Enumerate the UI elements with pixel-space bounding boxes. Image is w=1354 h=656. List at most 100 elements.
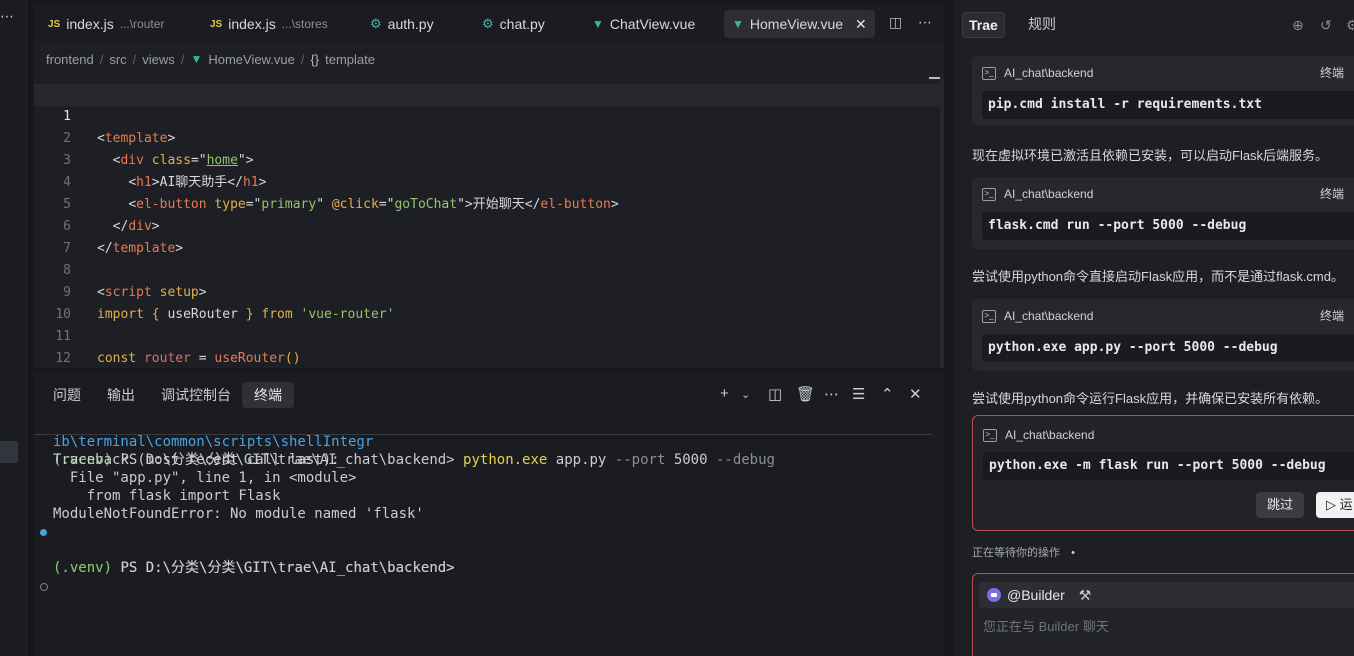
- chevron-down-icon[interactable]: ⌄: [741, 388, 750, 401]
- code-line: 13 const goToChat = () => {: [34, 348, 940, 368]
- code-view[interactable]: 1 <template> 2 <div class="home"> 3 <h1>…: [34, 84, 940, 368]
- chat-tabs: Trae 规则 ⊕ ↺ ⚙: [954, 8, 1354, 40]
- terminal-line: (.venv) PS D:\分类\分类\GIT\trae\AI_chat\bac…: [34, 523, 934, 576]
- strip-selected-item[interactable]: [0, 441, 18, 463]
- minimap-marker: [929, 77, 940, 79]
- play-icon: ▷: [1326, 497, 1336, 512]
- breadcrumb-item[interactable]: HomeView.vue: [208, 52, 294, 67]
- editor-area: JS index.js ...\router JS index.js ...\s…: [34, 4, 944, 368]
- code-line: 11 const router = useRouter(): [55, 329, 301, 366]
- run-button[interactable]: ▷ 运: [1316, 492, 1354, 518]
- tab-auth-py[interactable]: ⚙ auth.py: [370, 10, 434, 38]
- terminal-line: [34, 577, 934, 595]
- editor-scrollbar[interactable]: [940, 78, 944, 368]
- code-line: 2 <div class="home">: [63, 131, 254, 168]
- pending-command-block: >_ AI_chat\backend python.exe -m flask r…: [972, 415, 1354, 531]
- command-block: >_ AI_chat\backend 终端 python.exe app.py …: [972, 299, 1354, 371]
- tab-label: auth.py: [387, 16, 434, 32]
- builder-avatar-icon: [987, 588, 1001, 602]
- terminal-icon: >_: [982, 187, 996, 201]
- breadcrumb: frontend / src / views / ▼ HomeView.vue / {}…: [46, 51, 375, 67]
- chat-input-placeholder[interactable]: 您正在与 Builder 聊天: [983, 616, 1109, 635]
- more-icon[interactable]: ⋯: [824, 385, 839, 403]
- terminal-line: Traceback (most recent call last):: [53, 452, 340, 468]
- tab-trae[interactable]: Trae: [962, 12, 1005, 38]
- python-icon: ⚙: [370, 16, 382, 31]
- breadcrumb-item[interactable]: template: [325, 52, 375, 67]
- tab-terminal[interactable]: 终端: [242, 382, 294, 408]
- breadcrumb-item[interactable]: views: [142, 52, 175, 67]
- vue-icon: ▼: [592, 17, 604, 31]
- maximize-panel-icon[interactable]: ⌃: [881, 385, 894, 403]
- open-terminal-link[interactable]: 终端: [1320, 185, 1344, 202]
- tab-chat-py[interactable]: ⚙ chat.py: [482, 10, 545, 38]
- command-decoration-icon[interactable]: [40, 529, 47, 536]
- skip-button[interactable]: 跳过: [1256, 492, 1304, 518]
- panel-tabs: 问题 输出 调试控制台 终端 + ⌄ ◫ 🗑 ⋯ ☰ ⌃ ✕: [34, 373, 944, 413]
- terminal-icon: >_: [983, 428, 997, 442]
- more-icon[interactable]: ⋯: [0, 8, 15, 25]
- settings-sliders-icon[interactable]: ☰: [852, 385, 865, 403]
- tab-chatview-vue[interactable]: ▼ ChatView.vue: [592, 10, 695, 38]
- code-line: 1 <template>: [34, 84, 940, 146]
- open-terminal-link[interactable]: 终端: [1320, 64, 1344, 81]
- close-panel-icon[interactable]: ✕: [909, 385, 922, 403]
- code-line: 4 <el-button type="primary" @click="goTo…: [63, 175, 619, 212]
- tab-rules[interactable]: 规则: [1028, 12, 1056, 36]
- command-block-header: >_ AI_chat\backend: [982, 64, 1093, 82]
- tab-label: ChatView.vue: [609, 16, 696, 32]
- terminal-line: from flask import Flask: [53, 488, 281, 504]
- command-block: >_ AI_chat\backend 终端 flask.cmd run --po…: [972, 177, 1354, 249]
- split-terminal-icon[interactable]: ◫: [768, 385, 782, 403]
- terminal-line: ModuleNotFoundError: No module named 'fl…: [53, 506, 424, 522]
- tab-label: index.js: [66, 16, 114, 32]
- open-terminal-link[interactable]: 终端: [1320, 307, 1344, 324]
- braces-icon: {}: [310, 51, 320, 67]
- tab-label: HomeView.vue: [749, 16, 844, 32]
- code-line: 7: [63, 241, 71, 256]
- activity-strip: ⋯: [0, 0, 27, 656]
- assistant-message: 尝试使用python命令直接启动Flask应用，而不是通过flask.cmd。: [972, 269, 1344, 284]
- terminal-icon: >_: [982, 309, 996, 323]
- chat-input-box[interactable]: @Builder ⚒ 您正在与 Builder 聊天: [972, 573, 1354, 656]
- terminal-output[interactable]: ib\terminal\common\scripts\shellIntegr (…: [34, 415, 934, 595]
- tab-homeview-vue[interactable]: ▼ HomeView.vue ✕: [724, 10, 875, 38]
- tab-label: index.js: [228, 16, 276, 32]
- terminal-line: (.venv) PS D:\分类\分类\GIT\trae\AI_chat\bac…: [53, 560, 455, 576]
- split-editor-icon[interactable]: ◫: [889, 14, 902, 31]
- add-terminal-icon[interactable]: +: [720, 385, 729, 402]
- command-text: pip.cmd install -r requirements.txt: [982, 91, 1354, 119]
- tab-problems[interactable]: 问题: [53, 382, 81, 408]
- tab-index-js-stores[interactable]: JS index.js ...\stores: [210, 10, 328, 38]
- divider: [34, 434, 932, 435]
- command-decoration-icon[interactable]: [40, 583, 48, 591]
- code-line: 3 <h1>AI聊天助手</h1>: [63, 153, 267, 190]
- settings-icon[interactable]: ⚙: [1346, 17, 1354, 34]
- tab-debug-console[interactable]: 调试控制台: [161, 382, 231, 408]
- tools-icon[interactable]: ⚒: [1079, 587, 1092, 604]
- command-block-header: >_ AI_chat\backend: [982, 307, 1093, 325]
- tab-index-js-router[interactable]: JS index.js ...\router: [48, 10, 164, 38]
- more-actions-icon[interactable]: ⋯: [918, 14, 932, 31]
- command-block-header: >_ AI_chat\backend: [982, 185, 1093, 203]
- code-line: 12: [55, 351, 71, 366]
- trash-icon[interactable]: 🗑: [796, 385, 815, 403]
- command-block-header: >_ AI_chat\backend: [983, 426, 1094, 444]
- agent-selector[interactable]: @Builder ⚒: [979, 582, 1354, 608]
- tab-sublabel: ...\stores: [281, 17, 328, 31]
- js-icon: JS: [48, 18, 61, 30]
- history-icon[interactable]: ↺: [1320, 17, 1332, 34]
- breadcrumb-item[interactable]: frontend: [46, 52, 94, 67]
- new-chat-icon[interactable]: ⊕: [1292, 17, 1304, 34]
- breadcrumb-item[interactable]: src: [109, 52, 126, 67]
- code-line: 9 import { useRouter } from 'vue-router': [63, 285, 395, 322]
- close-icon[interactable]: ✕: [855, 16, 867, 33]
- vue-icon: ▼: [190, 52, 203, 66]
- terminal-icon: >_: [982, 66, 996, 80]
- code-line: 6 </template>: [63, 219, 184, 256]
- terminal-line: (.venv) PS D:\分类\分类\GIT\trae\AI_chat\bac…: [53, 452, 775, 468]
- tab-sublabel: ...\router: [119, 17, 165, 31]
- tab-output[interactable]: 输出: [107, 382, 135, 408]
- js-icon: JS: [210, 18, 223, 30]
